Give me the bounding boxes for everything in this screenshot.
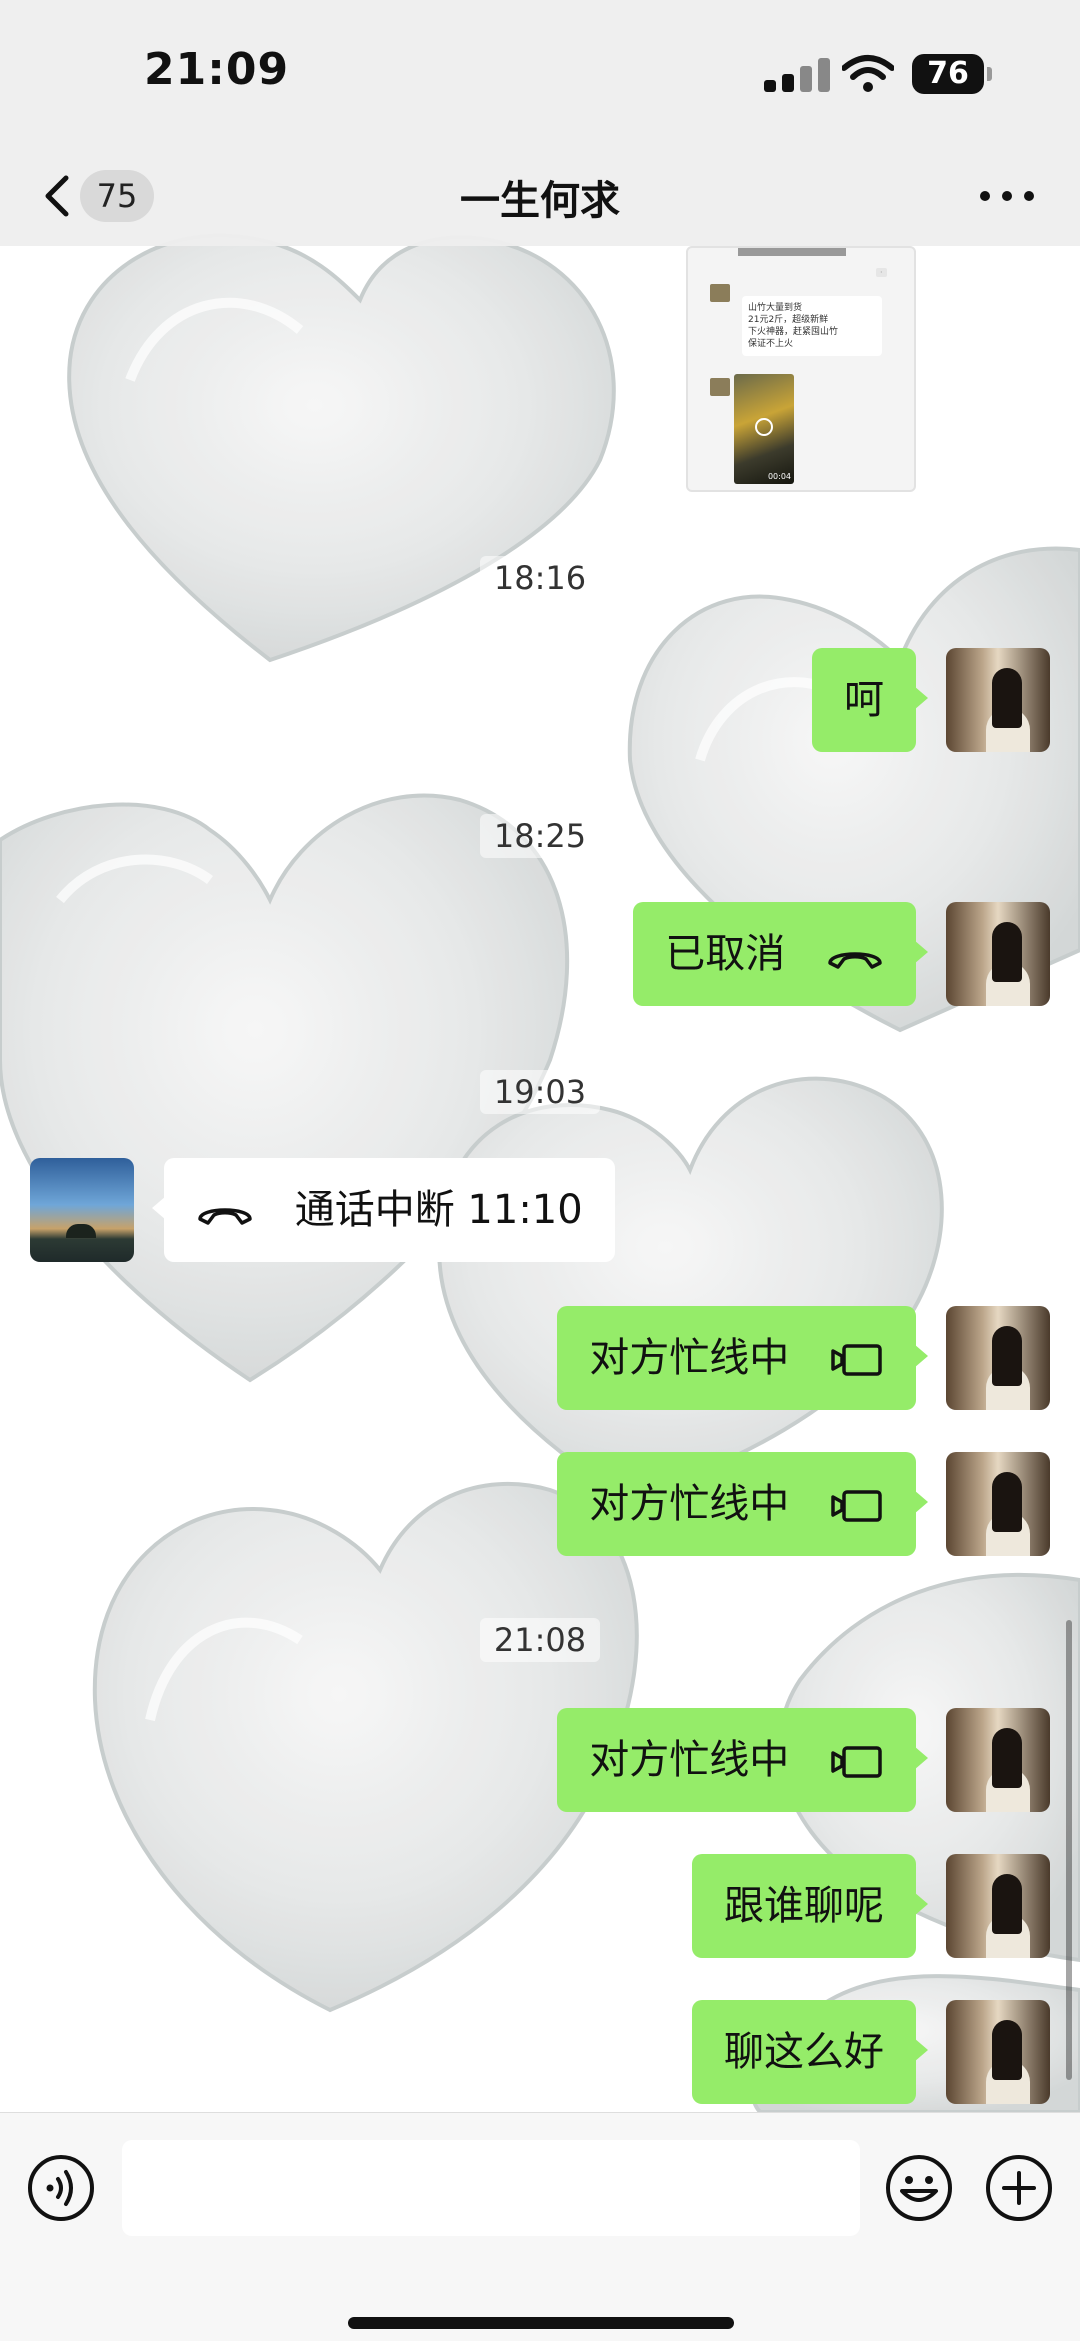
message-bubble[interactable]: 跟谁聊呢 bbox=[692, 1854, 928, 1958]
message-bubble[interactable]: 呵 bbox=[812, 648, 928, 752]
card-video-thumbnail[interactable]: 00:04 bbox=[734, 374, 794, 484]
timestamp: 21:08 bbox=[480, 1618, 600, 1662]
message-row-sent: 聊这么好 bbox=[0, 2000, 1080, 2104]
status-bar: 21:09 76 bbox=[0, 0, 1080, 150]
video-call-icon bbox=[831, 1746, 882, 1778]
chat-header: 75 一生何求 bbox=[0, 150, 1080, 246]
message-text: 对方忙线中 bbox=[589, 1481, 790, 1527]
plus-icon[interactable] bbox=[984, 2153, 1054, 2223]
message-row-received: 通话中断 11:10 bbox=[0, 1158, 1080, 1262]
voice-icon[interactable] bbox=[26, 2153, 96, 2223]
play-icon bbox=[755, 418, 773, 436]
message-input[interactable] bbox=[122, 2140, 860, 2236]
message-row-sent: 对方忙线中 bbox=[0, 1306, 1080, 1410]
video-duration: 00:04 bbox=[767, 472, 791, 481]
my-avatar[interactable] bbox=[946, 902, 1050, 1006]
emoji-icon[interactable] bbox=[884, 2153, 954, 2223]
my-avatar[interactable] bbox=[946, 2000, 1050, 2104]
message-row-sent: 跟谁聊呢 bbox=[0, 1854, 1080, 1958]
message-row-sent: 对方忙线中 bbox=[0, 1452, 1080, 1556]
message-list[interactable]: · 山竹大量到货 21元2斤，超级新鲜 下火神器，赶紧囤山竹 保证不上火 00:… bbox=[0, 246, 1080, 2112]
back-chevron-icon[interactable] bbox=[38, 170, 78, 222]
card-stamp: · bbox=[876, 268, 887, 277]
message-text: 对方忙线中 bbox=[589, 1335, 790, 1381]
message-row-sent: 对方忙线中 bbox=[0, 1708, 1080, 1812]
my-avatar[interactable] bbox=[946, 1452, 1050, 1556]
message-text: 通话中断 11:10 bbox=[294, 1187, 583, 1233]
video-call-icon bbox=[831, 1490, 882, 1522]
message-text: 对方忙线中 bbox=[589, 1737, 790, 1783]
card-top-bar bbox=[738, 248, 846, 256]
call-busy-bubble[interactable]: 对方忙线中 bbox=[557, 1708, 928, 1812]
home-indicator bbox=[348, 2317, 734, 2329]
call-interrupted-bubble[interactable]: 通话中断 11:10 bbox=[152, 1158, 615, 1262]
shared-chat-history-card[interactable]: · 山竹大量到货 21元2斤，超级新鲜 下火神器，赶紧囤山竹 保证不上火 00:… bbox=[686, 246, 916, 492]
cellular-signal-icon bbox=[764, 58, 830, 92]
wifi-icon bbox=[842, 55, 894, 92]
timestamp: 18:16 bbox=[480, 556, 600, 600]
call-cancelled-bubble[interactable]: 已取消 bbox=[633, 902, 928, 1006]
back-unread-count[interactable]: 75 bbox=[80, 170, 154, 222]
message-row-sent: 已取消 bbox=[0, 902, 1080, 1006]
more-options-icon[interactable] bbox=[980, 188, 1034, 204]
scrollbar[interactable] bbox=[1066, 1620, 1072, 2080]
status-time: 21:09 bbox=[144, 44, 290, 95]
call-busy-bubble[interactable]: 对方忙线中 bbox=[557, 1306, 928, 1410]
chat-title: 一生何求 bbox=[460, 178, 620, 224]
phone-hangup-icon bbox=[828, 952, 882, 969]
my-avatar[interactable] bbox=[946, 1854, 1050, 1958]
contact-avatar[interactable] bbox=[30, 1158, 134, 1262]
call-busy-bubble[interactable]: 对方忙线中 bbox=[557, 1452, 928, 1556]
card-avatar bbox=[710, 284, 730, 302]
input-bar bbox=[0, 2112, 1080, 2341]
video-call-icon bbox=[831, 1344, 882, 1376]
my-avatar[interactable] bbox=[946, 648, 1050, 752]
my-avatar[interactable] bbox=[946, 1708, 1050, 1812]
my-avatar[interactable] bbox=[946, 1306, 1050, 1410]
message-text: 呵 bbox=[844, 677, 884, 723]
battery-icon: 76 bbox=[912, 54, 992, 94]
message-bubble[interactable]: 聊这么好 bbox=[692, 2000, 928, 2104]
timestamp: 18:25 bbox=[480, 814, 600, 858]
phone-hangup-icon bbox=[198, 1208, 252, 1225]
timestamp: 19:03 bbox=[480, 1070, 600, 1114]
card-message-text: 山竹大量到货 21元2斤，超级新鲜 下火神器，赶紧囤山竹 保证不上火 bbox=[742, 296, 882, 356]
message-text: 已取消 bbox=[665, 931, 786, 977]
message-text: 跟谁聊呢 bbox=[724, 1883, 884, 1929]
card-avatar bbox=[710, 378, 730, 396]
message-text: 聊这么好 bbox=[724, 2029, 884, 2075]
message-row-sent: 呵 bbox=[0, 648, 1080, 752]
